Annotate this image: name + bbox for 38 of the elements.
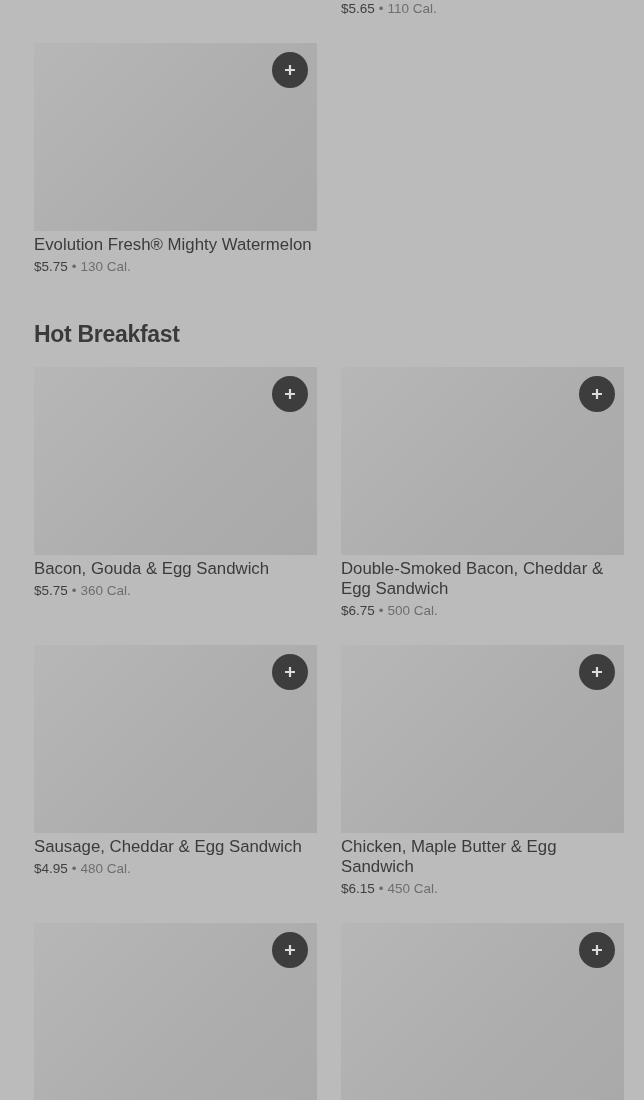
item-name[interactable]: Double-Smoked Bacon, Cheddar & Egg Sandwich xyxy=(341,559,624,599)
item-price: $6.15 xyxy=(341,880,375,898)
plus-icon xyxy=(591,388,603,400)
item-calories: 130 Cal. xyxy=(80,258,131,276)
add-button[interactable] xyxy=(579,932,615,968)
section-heading: Hot Breakfast xyxy=(34,320,181,349)
add-button[interactable] xyxy=(272,932,308,968)
add-button[interactable] xyxy=(272,654,308,690)
plus-icon xyxy=(591,666,603,678)
separator-dot: • xyxy=(378,880,384,898)
item-name[interactable]: Evolution Fresh® Mighty Watermelon xyxy=(34,235,317,255)
item-name[interactable]: Bacon, Gouda & Egg Sandwich xyxy=(34,559,317,579)
plus-icon xyxy=(284,944,296,956)
separator-dot: • xyxy=(71,582,77,600)
item-price: $4.95 xyxy=(34,860,68,878)
item-calories: 500 Cal. xyxy=(387,602,438,620)
item-name[interactable]: Sausage, Cheddar & Egg Sandwich xyxy=(34,837,317,857)
add-button[interactable] xyxy=(272,52,308,88)
item-calories: 450 Cal. xyxy=(387,880,438,898)
plus-icon xyxy=(284,388,296,400)
plus-icon xyxy=(591,944,603,956)
item-price: $6.75 xyxy=(341,602,375,620)
separator-dot: • xyxy=(71,258,77,276)
plus-icon xyxy=(284,64,296,76)
item-price: $5.65 xyxy=(341,0,375,18)
add-button[interactable] xyxy=(579,654,615,690)
item-calories: 480 Cal. xyxy=(80,860,131,878)
separator-dot: • xyxy=(71,860,77,878)
add-button[interactable] xyxy=(579,376,615,412)
separator-dot: • xyxy=(378,0,384,18)
item-price: $5.75 xyxy=(34,258,68,276)
add-button[interactable] xyxy=(272,376,308,412)
plus-icon xyxy=(284,666,296,678)
item-calories: 110 Cal. xyxy=(387,0,437,18)
item-calories: 360 Cal. xyxy=(80,582,131,600)
item-price: $5.75 xyxy=(34,582,68,600)
item-name[interactable]: Chicken, Maple Butter & Egg Sandwich xyxy=(341,837,624,877)
separator-dot: • xyxy=(378,602,384,620)
